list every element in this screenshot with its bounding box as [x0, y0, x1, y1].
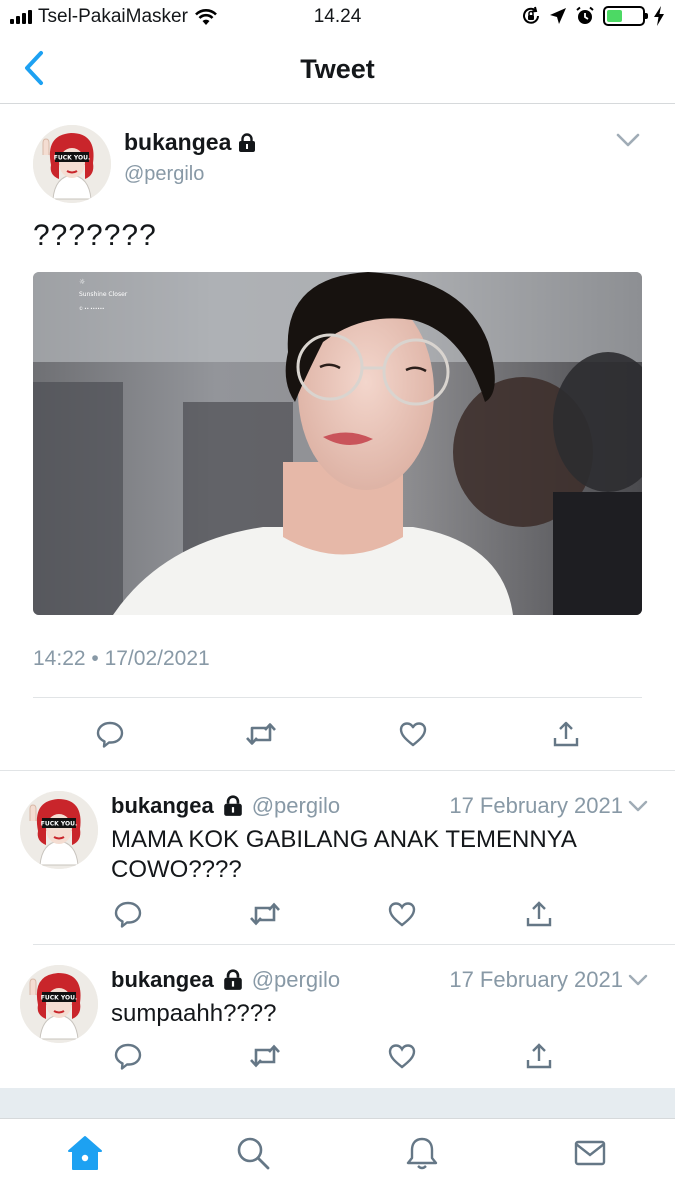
avatar-image: FUCK YOU. — [33, 125, 111, 203]
avatar-image: FUCK YOU. — [20, 965, 98, 1043]
divider — [33, 697, 642, 698]
chevron-down-icon — [628, 800, 648, 812]
tweet-photo[interactable]: ☼ Sunshine Closer © •• •••••• — [33, 272, 642, 615]
like-button[interactable] — [385, 897, 419, 931]
status-bar-left: Tsel-PakaiMasker — [10, 6, 218, 28]
reply-icon — [114, 1043, 142, 1070]
tweet-timestamp: 14:22 • 17/02/2021 — [33, 647, 210, 670]
reply-text: MAMA KOK GABILANG ANAK TEMENNYA COWO???? — [111, 826, 576, 883]
photo-image: ☼ Sunshine Closer © •• •••••• — [33, 272, 642, 615]
like-button[interactable] — [396, 717, 430, 751]
photo-overlay-title: Sunshine Closer — [79, 291, 128, 298]
share-button[interactable] — [549, 717, 583, 751]
chevron-down-icon — [628, 974, 648, 986]
share-button[interactable] — [522, 1039, 556, 1073]
reply-text: sumpaahh???? — [111, 1000, 277, 1027]
reply-button[interactable] — [111, 1039, 145, 1073]
reply-tweet[interactable]: FUCK YOU. bukangea @pergilo 17 February … — [0, 945, 675, 1088]
retweet-icon — [250, 1044, 280, 1068]
page-title: Tweet — [300, 54, 375, 84]
reply-header: bukangea @pergilo — [111, 967, 340, 993]
timeline-end-band — [0, 1088, 675, 1118]
tab-messages[interactable] — [570, 1133, 610, 1173]
retweet-icon — [250, 902, 280, 926]
wifi-icon — [195, 9, 217, 25]
location-icon — [550, 8, 566, 24]
avatar[interactable]: FUCK YOU. — [20, 791, 98, 869]
battery-icon — [603, 6, 648, 26]
reply-icon — [96, 721, 124, 748]
tab-home[interactable] — [65, 1133, 105, 1173]
reply-actions — [111, 1039, 581, 1073]
avatar[interactable]: FUCK YOU. — [33, 125, 111, 203]
charging-bolt-icon — [654, 6, 664, 26]
display-name[interactable]: bukangea — [111, 967, 214, 993]
handle[interactable]: @pergilo — [252, 793, 340, 819]
reply-date: 17 February 2021 — [449, 967, 623, 992]
reply-button[interactable] — [93, 717, 127, 751]
avatar-caption: FUCK YOU. — [41, 995, 78, 1002]
tweet-menu-button[interactable] — [613, 125, 643, 155]
tab-bar — [0, 1118, 675, 1200]
display-name[interactable]: bukangea — [124, 129, 257, 156]
retweet-icon — [246, 723, 276, 745]
photo-overlay-sun-icon: ☼ — [79, 278, 85, 286]
lock-icon — [222, 795, 244, 817]
signal-strength-icon — [10, 10, 32, 24]
tweet-menu-button[interactable] — [625, 793, 651, 819]
reply-tweet[interactable]: FUCK YOU. bukangea @pergilo 17 February … — [0, 771, 675, 945]
like-button[interactable] — [385, 1039, 419, 1073]
like-icon — [388, 902, 416, 927]
carrier-name: Tsel-PakaiMasker — [38, 6, 188, 27]
share-button[interactable] — [522, 897, 556, 931]
display-name[interactable]: bukangea — [111, 793, 214, 819]
avatar-caption: FUCK YOU. — [41, 821, 78, 828]
avatar-image: FUCK YOU. — [20, 791, 98, 869]
battery-level — [607, 10, 623, 22]
messages-icon — [574, 1140, 606, 1166]
tab-notifications[interactable] — [402, 1133, 442, 1173]
avatar-caption: FUCK YOU. — [54, 155, 91, 162]
reply-date: 17 February 2021 — [449, 793, 623, 818]
alarm-icon — [576, 6, 594, 24]
tweet-text: ??????? — [33, 219, 157, 252]
reply-icon — [114, 901, 142, 928]
tab-search[interactable] — [233, 1133, 273, 1173]
photo-overlay-subtitle: © •• •••••• — [79, 306, 104, 311]
nav-header: Tweet — [0, 34, 675, 104]
retweet-button[interactable] — [248, 897, 282, 931]
tweet-actions — [33, 717, 642, 753]
status-bar-right — [521, 6, 665, 26]
reply-header: bukangea @pergilo — [111, 793, 340, 819]
status-bar: Tsel-PakaiMasker 14.24 — [0, 0, 675, 34]
retweet-button[interactable] — [244, 717, 278, 751]
reply-actions — [111, 897, 581, 931]
main-tweet: FUCK YOU. bukangea @pergilo ??????? ☼ Su… — [0, 105, 675, 771]
avatar[interactable]: FUCK YOU. — [20, 965, 98, 1043]
like-icon — [388, 1044, 416, 1069]
tweet-menu-button[interactable] — [625, 967, 651, 993]
share-icon — [526, 1043, 552, 1069]
share-icon — [526, 901, 552, 927]
lock-icon — [239, 132, 256, 152]
share-icon — [553, 721, 579, 747]
notifications-icon — [406, 1137, 438, 1170]
back-button[interactable] — [14, 48, 54, 88]
reply-button[interactable] — [111, 897, 145, 931]
like-icon — [399, 722, 427, 747]
rotation-lock-icon — [523, 6, 539, 24]
handle[interactable]: @pergilo — [124, 163, 204, 186]
search-icon — [237, 1137, 270, 1170]
retweet-button[interactable] — [248, 1039, 282, 1073]
chevron-down-icon — [616, 133, 640, 147]
handle[interactable]: @pergilo — [252, 967, 340, 993]
chevron-left-icon — [25, 51, 43, 85]
lock-icon — [222, 969, 244, 991]
home-icon — [68, 1136, 102, 1170]
